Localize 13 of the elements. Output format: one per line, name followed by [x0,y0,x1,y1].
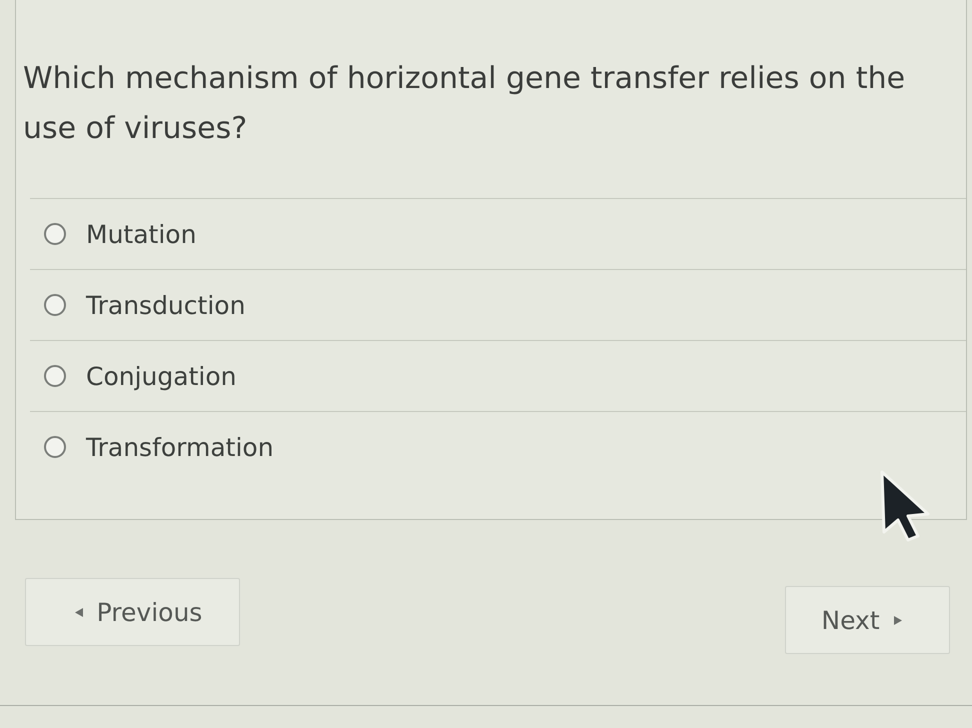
option-label[interactable]: Mutation [86,220,196,248]
caret-right-icon [894,616,902,624]
next-button[interactable]: Next [785,586,950,654]
radio-button[interactable] [44,365,66,387]
option-label[interactable]: Transduction [86,290,246,320]
previous-button[interactable]: Previous [25,578,240,646]
radio-button[interactable] [44,223,66,245]
option-label[interactable]: Transformation [86,432,274,462]
question-text: Which mechanism of horizontal gene transfer relies on the use of viruses? [23,60,906,148]
caret-left-icon [74,608,83,616]
radio-button[interactable] [44,294,66,316]
option-label[interactable]: Conjugation [86,362,236,390]
radio-button[interactable] [44,436,66,458]
